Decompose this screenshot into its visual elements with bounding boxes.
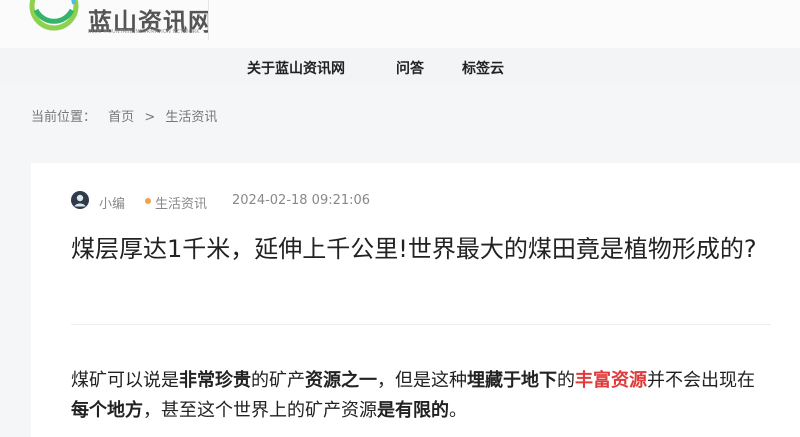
category-dot-icon [145,198,151,204]
logo-mark-icon [29,0,79,31]
breadcrumb-separator: > [144,110,156,125]
author-avatar-icon[interactable] [71,191,89,209]
paragraph-segment: ，甚至这个世界上的矿产资源 [143,400,377,421]
nav-item-about[interactable]: 关于蓝山资讯网 [247,58,345,78]
paragraph-segment: 。 [449,400,467,421]
header-divider [208,0,209,40]
breadcrumb-home[interactable]: 首页 [108,106,134,125]
nav-item-qa[interactable]: 问答 [396,58,424,78]
paragraph-segment: 丰富资源 [575,370,647,391]
paragraph-segment: 煤矿可以说是 [71,370,179,391]
title-divider [71,324,771,325]
paragraph-segment: 非常珍贵 [179,370,251,391]
paragraph-segment: 每个地方 [71,400,143,421]
site-logo[interactable]: 蓝山资讯网 BLUE MOUNTAIN INFORMATION NETWORK [28,0,208,40]
paragraph-segment: 的 [557,370,575,391]
article-datetime: 2024-02-18 09:21:06 [232,193,371,208]
author-name[interactable]: 小编 [99,193,125,212]
site-header: 蓝山资讯网 BLUE MOUNTAIN INFORMATION NETWORK [0,0,800,48]
article-paragraph: 煤矿可以说是非常珍贵的矿产资源之一，但是这种埋藏于地下的丰富资源并不会出现在每个… [71,366,771,426]
paragraph-segment: 的矿产 [251,370,305,391]
logo-tagline: BLUE MOUNTAIN INFORMATION NETWORK [88,29,200,35]
article-card: 小编 生活资讯 2024-02-18 09:21:06 煤层厚达1千米，延伸上千… [31,163,800,437]
breadcrumb-current[interactable]: 生活资讯 [165,106,217,125]
paragraph-segment: 是有限的 [377,400,449,421]
article-title: 煤层厚达1千米，延伸上千公里!世界最大的煤田竟是植物形成的? [71,235,757,263]
nav-item-tags[interactable]: 标签云 [462,58,504,78]
breadcrumb-prefix: 当前位置： [31,110,97,125]
paragraph-segment: 并不会出现在 [647,370,755,391]
breadcrumb: 当前位置： 首页 > 生活资讯 [31,106,217,125]
paragraph-segment: ，但是这种 [377,370,467,391]
article-category[interactable]: 生活资讯 [155,193,207,212]
paragraph-segment: 资源之一 [305,370,377,391]
main-nav: 关于蓝山资讯网 问答 标签云 [0,48,800,84]
paragraph-segment: 埋藏于地下 [467,370,557,391]
